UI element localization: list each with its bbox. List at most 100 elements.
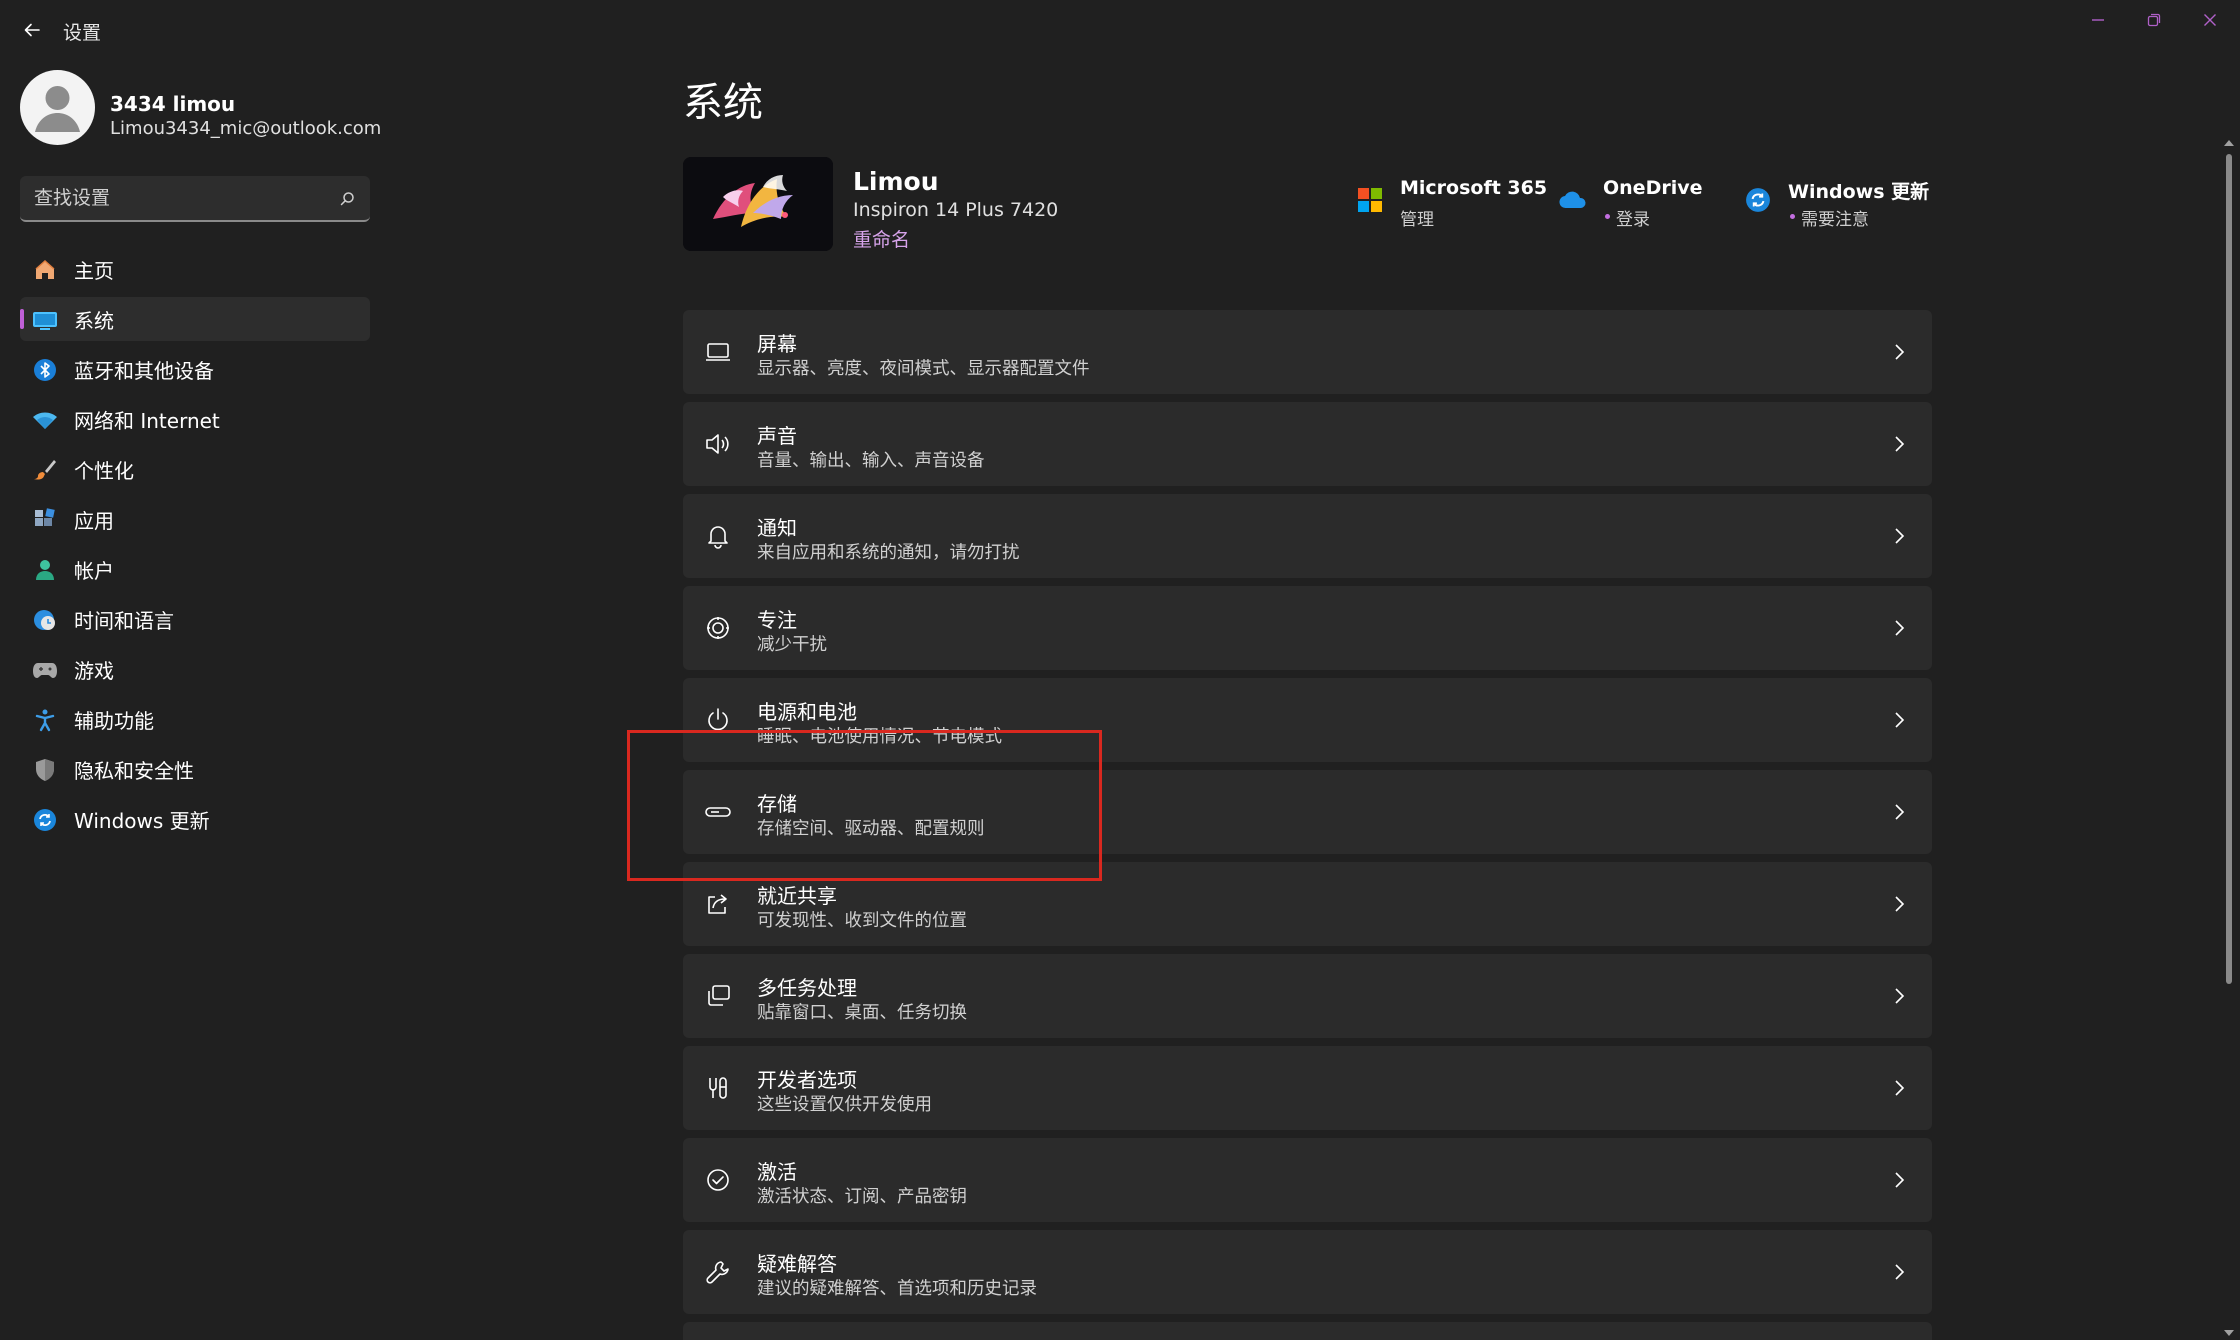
sidebar-item-label: 网络和 Internet [74, 408, 220, 433]
power-icon [703, 705, 733, 735]
settings-card-sound[interactable]: 声音 音量、输出、输入、声音设备 [683, 402, 1932, 486]
minimize-button[interactable] [2070, 0, 2126, 40]
device-header: Limou Inspiron 14 Plus 7420 重命名 Microsof… [683, 157, 1933, 253]
user-profile[interactable]: 3434 limou Limou3434_mic@outlook.com [20, 70, 390, 146]
card-subtitle: 贴靠窗口、桌面、任务切换 [757, 1003, 967, 1023]
chevron-right-icon [1888, 1169, 1910, 1191]
sidebar-item-label: Windows 更新 [74, 808, 210, 833]
settings-card-focus[interactable]: 专注 减少干扰 [683, 586, 1932, 670]
page-title: 系统 [683, 80, 763, 126]
multitask-icon [703, 981, 733, 1011]
onedrive-icon [1558, 185, 1588, 215]
back-button[interactable] [14, 12, 50, 48]
rename-link[interactable]: 重命名 [853, 225, 910, 252]
sidebar-item-time-language[interactable]: 时间和语言 [20, 597, 370, 641]
user-name: 3434 limou [110, 92, 236, 116]
chevron-right-icon [1888, 433, 1910, 455]
sidebar-item-home[interactable]: 主页 [20, 247, 370, 291]
scrollbar[interactable] [2222, 138, 2236, 1340]
scroll-down-icon[interactable] [2223, 1328, 2235, 1338]
sidebar: 3434 limou Limou3434_mic@outlook.com 主页 … [0, 62, 392, 1340]
card-title: 屏幕 [757, 332, 797, 356]
globe-clock-icon [32, 607, 58, 633]
share-icon [703, 889, 733, 919]
quick-link-title: OneDrive [1603, 177, 1703, 199]
settings-card-developer[interactable]: 开发者选项 这些设置仅供开发使用 [683, 1046, 1932, 1130]
sidebar-item-privacy[interactable]: 隐私和安全性 [20, 747, 370, 791]
device-model: Inspiron 14 Plus 7420 [853, 199, 1059, 221]
sidebar-item-bluetooth[interactable]: 蓝牙和其他设备 [20, 347, 370, 391]
device-thumbnail [683, 157, 833, 251]
settings-card-troubleshoot[interactable]: 疑难解答 建议的疑难解答、首选项和历史记录 [683, 1230, 1932, 1314]
quick-link-subtitle: 管理 [1400, 210, 1434, 230]
close-button[interactable] [2182, 0, 2238, 40]
sidebar-item-system[interactable]: 系统 [20, 297, 370, 341]
restore-button[interactable] [2126, 0, 2182, 40]
chevron-right-icon [1888, 893, 1910, 915]
settings-card-notifications[interactable]: 通知 来自应用和系统的通知，请勿打扰 [683, 494, 1932, 578]
settings-card-activation[interactable]: 激活 激活状态、订阅、产品密钥 [683, 1138, 1932, 1222]
developer-icon [703, 1073, 733, 1103]
restore-icon [2147, 13, 2161, 27]
window-title: 设置 [63, 22, 102, 44]
card-subtitle: 激活状态、订阅、产品密钥 [757, 1187, 967, 1207]
bluetooth-icon [32, 357, 58, 383]
search-input[interactable] [20, 176, 320, 220]
card-title: 存储 [757, 792, 797, 816]
sidebar-item-label: 个性化 [74, 458, 134, 483]
settings-card-storage[interactable]: 存储 存储空间、驱动器、配置规则 [683, 770, 1932, 854]
search-icon[interactable] [338, 190, 356, 208]
close-icon [2204, 14, 2216, 26]
sidebar-item-apps[interactable]: 应用 [20, 497, 370, 541]
apps-icon [32, 507, 58, 533]
quick-link-title: Windows 更新 [1788, 181, 1930, 203]
settings-list: 屏幕 显示器、亮度、夜间模式、显示器配置文件 声音 音量、输出、输入、声音设备 … [683, 310, 1932, 1340]
sidebar-item-label: 时间和语言 [74, 608, 174, 633]
chevron-right-icon [1888, 985, 1910, 1007]
card-title: 疑难解答 [757, 1252, 837, 1276]
avatar[interactable] [20, 70, 95, 145]
quick-link-subtitle: 登录 [1616, 210, 1650, 230]
minimize-icon [2092, 19, 2104, 21]
card-subtitle: 来自应用和系统的通知，请勿打扰 [757, 543, 1020, 563]
card-subtitle: 可发现性、收到文件的位置 [757, 911, 967, 931]
settings-window: 设置 3434 limou Limou3434_mic@outlook.com [0, 0, 2240, 1340]
chevron-right-icon [1888, 341, 1910, 363]
scroll-up-icon[interactable] [2223, 138, 2235, 148]
sidebar-item-gaming[interactable]: 游戏 [20, 647, 370, 691]
settings-card-nearby-sharing[interactable]: 就近共享 可发现性、收到文件的位置 [683, 862, 1932, 946]
settings-card-display[interactable]: 屏幕 显示器、亮度、夜间模式、显示器配置文件 [683, 310, 1932, 394]
focus-icon [703, 613, 733, 643]
card-title: 多任务处理 [757, 976, 857, 1000]
account-icon [32, 557, 58, 583]
status-dot [1790, 214, 1795, 219]
back-arrow-icon [24, 23, 40, 37]
card-subtitle: 显示器、亮度、夜间模式、显示器配置文件 [757, 359, 1090, 379]
sidebar-item-windows-update[interactable]: Windows 更新 [20, 797, 370, 841]
sidebar-item-label: 应用 [74, 508, 114, 533]
person-icon [35, 86, 80, 132]
chevron-right-icon [1888, 525, 1910, 547]
home-icon [32, 257, 58, 283]
status-dot [1605, 214, 1610, 219]
card-title: 声音 [757, 424, 797, 448]
settings-card-partial[interactable] [683, 1322, 1932, 1340]
sidebar-item-label: 游戏 [74, 658, 114, 683]
card-title: 通知 [757, 516, 797, 540]
windows-update-icon [1743, 185, 1773, 215]
sidebar-item-personalization[interactable]: 个性化 [20, 447, 370, 491]
sidebar-item-label: 系统 [74, 308, 114, 333]
sidebar-item-network[interactable]: 网络和 Internet [20, 397, 370, 441]
sidebar-nav: 主页 系统 蓝牙和其他设备 网络和 Internet 个性化 应用 帐户 时间和… [20, 247, 370, 847]
scroll-thumb[interactable] [2226, 154, 2232, 984]
sidebar-item-accounts[interactable]: 帐户 [20, 547, 370, 591]
sidebar-item-accessibility[interactable]: 辅助功能 [20, 697, 370, 741]
quick-link-title: Microsoft 365 [1400, 177, 1548, 199]
search-box[interactable] [20, 176, 370, 222]
brush-icon [32, 457, 58, 483]
sidebar-item-label: 隐私和安全性 [74, 758, 194, 783]
storage-icon [703, 797, 733, 827]
microsoft-logo-icon [1355, 185, 1385, 215]
settings-card-multitasking[interactable]: 多任务处理 贴靠窗口、桌面、任务切换 [683, 954, 1932, 1038]
settings-card-power[interactable]: 电源和电池 睡眠、电池使用情况、节电模式 [683, 678, 1932, 762]
